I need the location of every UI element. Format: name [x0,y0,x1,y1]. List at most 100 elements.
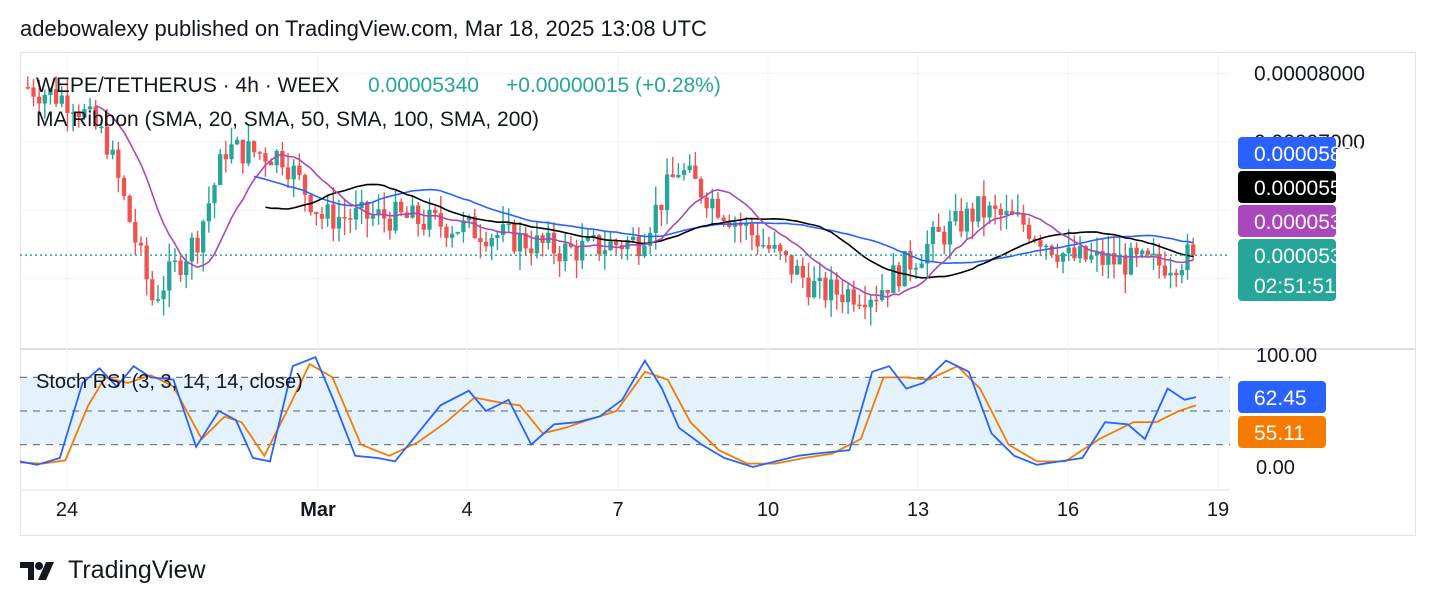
chart-canvas[interactable]: 24Mar47101316190.000080000.00007000100.0… [0,0,1436,606]
candle-up [218,154,223,186]
candle-up [919,263,924,268]
candle-up [201,221,206,253]
candle-up [234,139,240,145]
candle-down [874,299,879,302]
candle-up [427,209,432,230]
candle-down [421,223,426,230]
candle-down [280,150,285,168]
candle-up [1004,210,1009,216]
candle-down [789,255,794,275]
price-tick-label: 0.00008000 [1254,62,1365,85]
candle-up [489,238,494,247]
candle-down [36,96,42,104]
price-badges: 0.00005851 0.00005515 0.00005341 0.00005340… [1238,137,1365,448]
candle-down [331,204,336,229]
axes: 24Mar47101316190.000080000.00007000100.0… [56,62,1365,521]
candle-down [257,152,262,154]
last-price-badge-label: 0.00005340 [1254,245,1365,268]
candle-up [506,223,511,226]
candle-down [942,231,947,245]
candle-up [1089,255,1094,260]
candle-up [184,261,189,276]
tradingview-wordmark: TradingView [68,556,206,584]
candle-down [150,279,155,301]
sma-200-badge: 0.00005515 [1238,171,1365,203]
candle-down [1049,245,1054,255]
candle-down [1055,254,1060,262]
candle-up [772,244,777,249]
sma-50-badge: 0.00005341 [1238,205,1365,237]
candle-up [687,165,692,171]
candle-down [138,242,144,246]
candle-up [325,204,330,219]
stoch-d-badge-label: 55.11 [1254,422,1305,445]
candle-down [766,245,772,249]
candle-up [812,281,817,298]
candle-down [472,216,477,239]
candle-down [223,154,228,160]
candle-up [110,149,115,155]
candle-down [693,165,698,179]
candle-up [602,250,607,255]
candle-down [834,279,839,295]
candle-up [580,240,585,261]
candle-up [913,267,919,270]
price-change-text: +0.00000015 (+0.28%) [506,74,721,97]
sma-200-badge-label: 0.00005515 [1254,177,1365,200]
candle-down [1134,247,1139,255]
candle-down [551,232,557,254]
candle-down [636,236,641,257]
candle-up [336,216,342,229]
candle-down [670,174,675,178]
ma-ribbon-title: MA Ribbon (SMA, 20, SMA, 50, SMA, 100, S… [36,108,539,131]
candle-up [1185,244,1190,270]
candle-down [31,87,36,97]
candle-up [1066,247,1071,254]
candle-down [25,87,30,89]
last-price-text: 0.00005340 [368,74,479,97]
time-tick-label: 16 [1057,499,1079,521]
candle-up [710,198,715,209]
candle-up [274,150,279,166]
candle-down [382,209,387,219]
candle-down [749,224,755,236]
candle-down [755,235,760,247]
candle-down [840,294,845,303]
candle-down [285,167,291,180]
candle-up [206,203,212,222]
footer-brand[interactable]: TradingView [20,556,206,585]
candle-down [970,208,975,222]
candle-up [291,165,296,180]
candle-down [1174,272,1179,276]
candle-up [868,299,873,308]
time-tick-label: 4 [461,499,472,521]
candle-up [455,232,460,234]
candle-down [1162,265,1168,276]
candle-down [981,196,987,218]
symbol-title: WEPE/TETHERUS · 4h · WEEX [36,74,339,97]
candle-down [314,212,319,215]
stoch-tick-label: 100.00 [1256,345,1317,367]
stoch-k-badge-label: 62.45 [1254,387,1307,410]
candle-down [1038,240,1043,247]
candle-down [297,165,302,176]
candle-down [116,149,121,178]
candle-up [189,237,195,262]
candle-down [348,218,353,220]
candle-down [144,245,149,280]
candle-down [240,139,245,164]
candle-down [993,205,998,209]
candle-up [172,260,178,263]
candle-down [319,214,325,219]
candle-up [1077,246,1083,259]
candle-up [161,290,166,300]
candle-up [653,204,658,233]
candle-down [1123,255,1128,275]
candle-down [1145,250,1151,255]
candle-down [438,213,443,227]
candle-down [704,197,709,209]
candle-up [1043,245,1049,248]
candle-up [795,265,800,275]
stoch-d-badge: 55.11 [1238,416,1326,448]
candle-down [715,198,721,218]
